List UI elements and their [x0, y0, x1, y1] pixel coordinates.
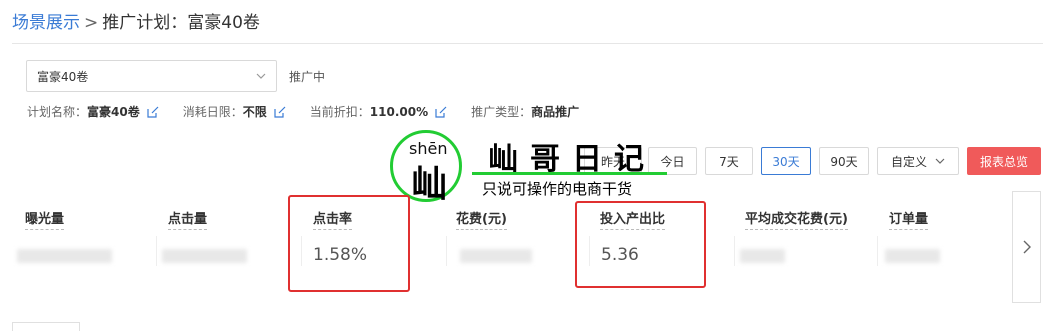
breadcrumb-scene-link[interactable]: 场景展示 — [12, 13, 80, 33]
meta-label: 当前折扣： — [309, 105, 370, 119]
metric-value-avg-deal-cost-blurred — [740, 249, 785, 263]
metric-label-impressions[interactable]: 曝光量 — [25, 208, 65, 230]
metric-label-clicks[interactable]: 点击量 — [168, 208, 208, 230]
metric-value-clicks-blurred — [162, 249, 247, 263]
edit-icon[interactable] — [435, 106, 447, 118]
highlight-box-ctr — [288, 195, 410, 292]
chevron-down-icon — [935, 158, 945, 164]
metric-label-orders[interactable]: 订单量 — [889, 208, 929, 230]
metric-label-spend[interactable]: 花费(元) — [456, 208, 507, 230]
metrics-next-button[interactable] — [1012, 191, 1041, 303]
date-90d-button[interactable]: 90天 — [819, 147, 869, 175]
date-30d-button[interactable]: 30天 — [761, 147, 811, 175]
meta-promo-type: 推广类型： 商品推广 — [471, 103, 579, 120]
meta-value: 不限 — [242, 105, 267, 119]
watermark-circle: shēn 屾 — [390, 130, 462, 205]
metric-divider — [877, 236, 878, 266]
metric-value-impressions-blurred — [17, 249, 112, 263]
meta-discount: 当前折扣： 110.00% — [310, 103, 447, 120]
date-7d-button[interactable]: 7天 — [705, 147, 753, 175]
bottom-tab-edge — [12, 322, 80, 331]
meta-label: 计划名称： — [27, 105, 88, 119]
edit-icon[interactable] — [274, 106, 286, 118]
meta-label: 推广类型： — [471, 105, 532, 119]
meta-value: 商品推广 — [531, 105, 580, 119]
meta-label: 消耗日限： — [182, 105, 243, 119]
meta-value: 富豪40卷 — [87, 105, 140, 119]
date-today-button[interactable]: 今日 — [648, 147, 697, 175]
watermark-char: 屾 — [411, 164, 448, 205]
metric-value-orders-blurred — [885, 249, 940, 263]
meta-daily-limit: 消耗日限： 不限 — [183, 103, 286, 120]
metric-value-spend-blurred — [460, 249, 532, 263]
meta-value: 110.00% — [369, 104, 429, 119]
header-divider — [12, 43, 1043, 44]
metric-divider — [446, 236, 447, 266]
chevron-down-icon — [256, 73, 266, 79]
plan-select-value: 富豪40卷 — [37, 69, 89, 84]
plan-select[interactable]: 富豪40卷 — [26, 60, 277, 92]
metric-divider — [156, 236, 157, 266]
highlight-box-roi — [575, 201, 706, 288]
plan-meta-row: 计划名称： 富豪40卷 消耗日限： 不限 当前折扣： 110.00% 推广类型： 商品推… — [27, 103, 603, 120]
metric-divider — [734, 236, 735, 266]
breadcrumb-current: 推广计划：富豪40卷 — [102, 13, 260, 33]
edit-icon[interactable] — [147, 106, 159, 118]
metric-label-avg-deal-cost[interactable]: 平均成交花费(元) — [745, 208, 848, 230]
plan-status: 推广中 — [289, 70, 326, 84]
date-yesterday-button[interactable]: 昨天 — [584, 147, 642, 175]
watermark-subtitle: 只说可操作的电商干货 — [482, 180, 633, 198]
breadcrumb-separator: > — [84, 13, 99, 33]
meta-plan-name: 计划名称： 富豪40卷 — [27, 103, 159, 120]
date-custom-label: 自定义 — [890, 154, 927, 169]
chevron-right-icon — [1023, 240, 1031, 254]
date-custom-dropdown[interactable]: 自定义 — [877, 147, 959, 175]
watermark-pinyin: shēn — [409, 139, 448, 158]
breadcrumb: 场景展示 > 推广计划：富豪40卷 — [12, 8, 260, 33]
report-overview-button[interactable]: 报表总览 — [967, 147, 1041, 175]
